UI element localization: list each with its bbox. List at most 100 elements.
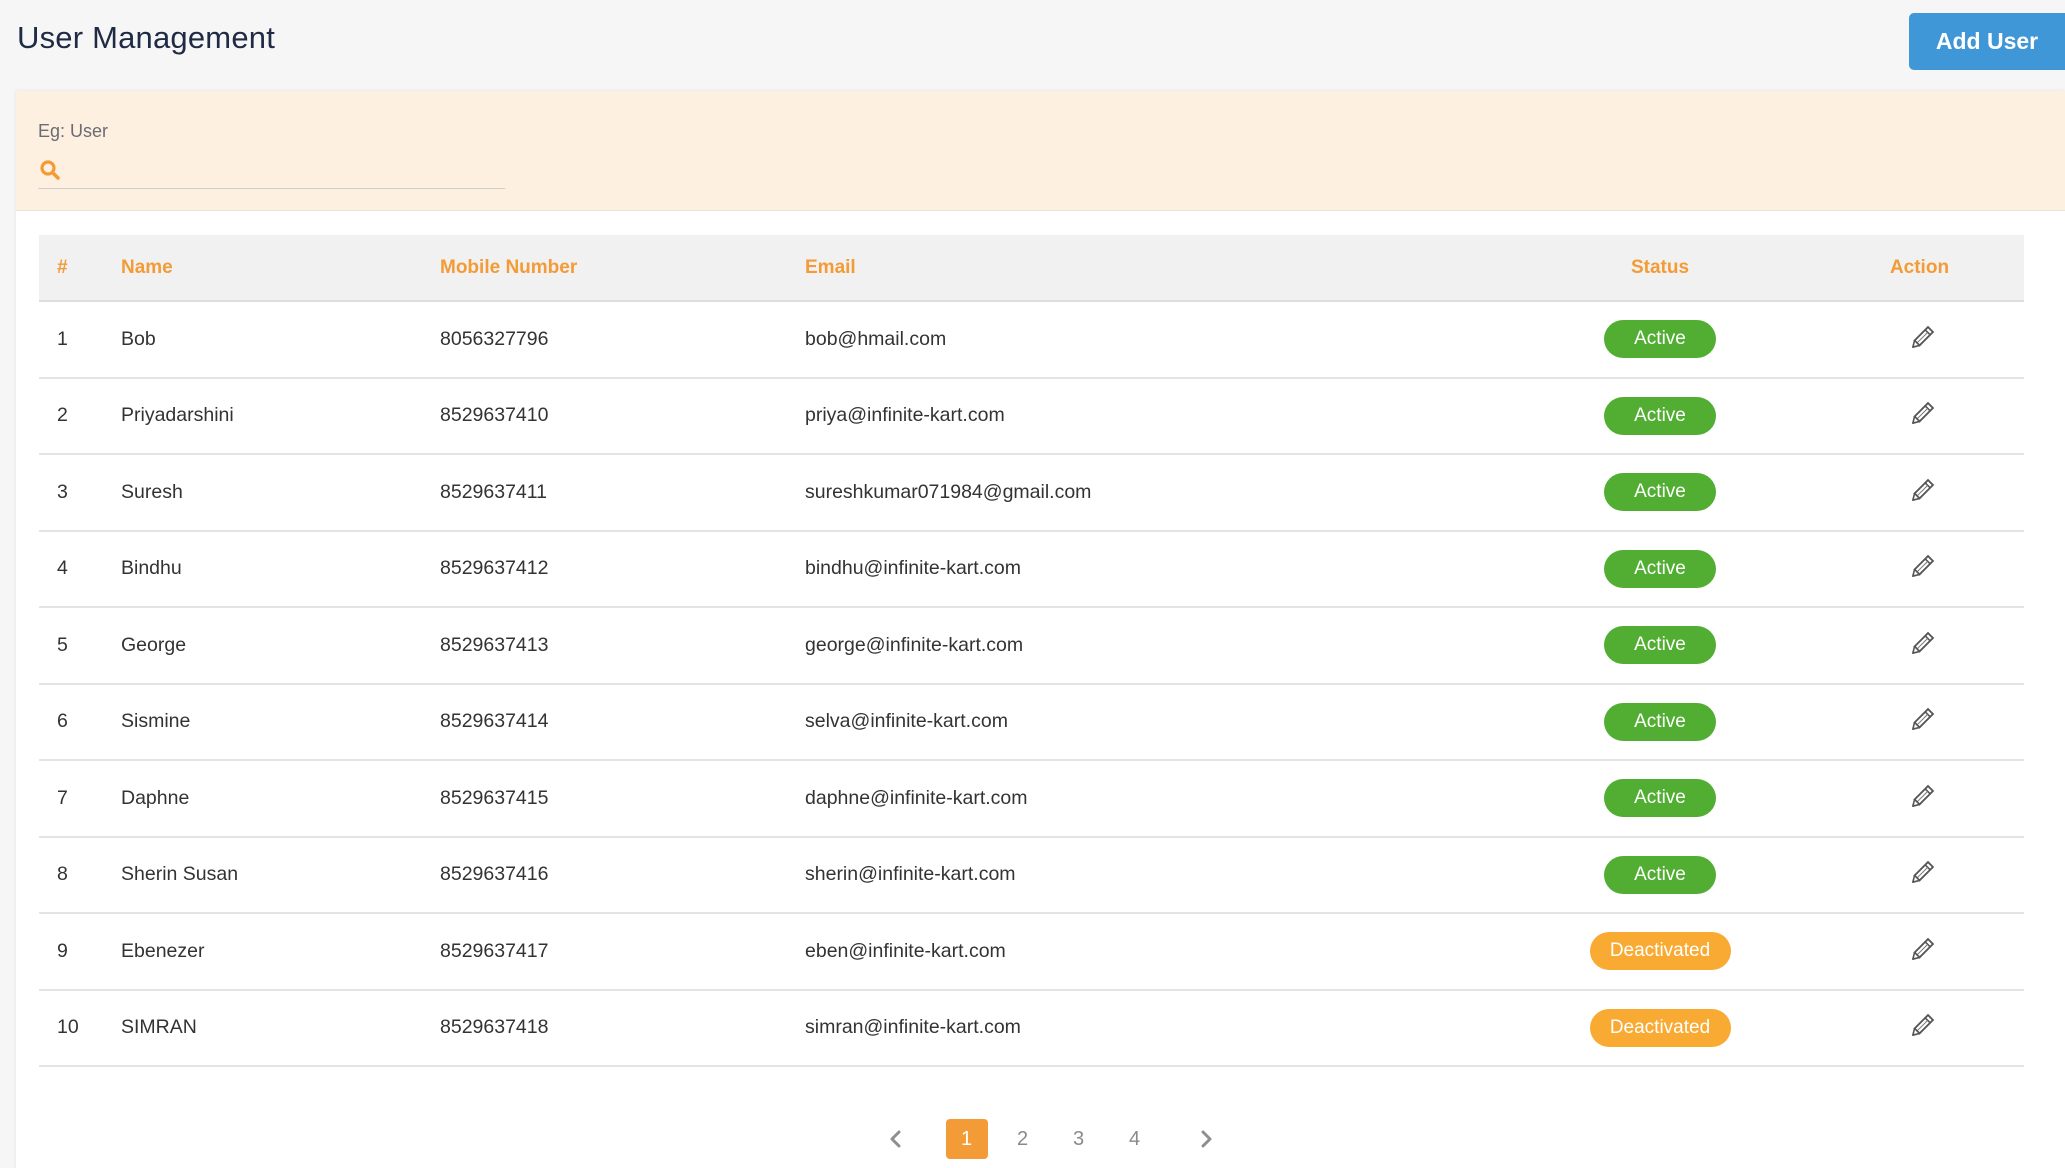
table-row: 3 Suresh 8529637411 sureshkumar071984@gm… bbox=[39, 454, 2024, 531]
cell-mobile: 8529637417 bbox=[440, 939, 549, 962]
status-badge: Active bbox=[1604, 855, 1716, 894]
edit-user-button[interactable] bbox=[1905, 703, 1939, 737]
cell-email: daphne@infinite-kart.com bbox=[805, 786, 1028, 809]
cell-email: selva@infinite-kart.com bbox=[805, 710, 1008, 733]
cell-name: Suresh bbox=[121, 480, 183, 503]
cell-name: George bbox=[121, 633, 187, 656]
cell-status: Deactivated bbox=[1505, 990, 1815, 1067]
cell-mobile: 8056327796 bbox=[440, 327, 549, 350]
cell-action bbox=[1815, 990, 2024, 1067]
table-row: 2 Priyadarshini 8529637410 priya@infinit… bbox=[39, 378, 2024, 455]
cell-mobile: 8529637410 bbox=[440, 404, 549, 427]
pagination: 1234 bbox=[16, 1117, 2065, 1161]
cell-number: 8 bbox=[57, 863, 68, 886]
cell-name: Daphne bbox=[121, 786, 190, 809]
column-header-email[interactable]: Email bbox=[805, 235, 1505, 302]
edit-user-button[interactable] bbox=[1905, 474, 1939, 508]
edit-user-button[interactable] bbox=[1905, 550, 1939, 584]
cell-status: Active bbox=[1505, 760, 1815, 837]
cell-mobile: 8529637411 bbox=[440, 480, 548, 503]
cell-name: Sismine bbox=[121, 710, 191, 733]
cell-number: 3 bbox=[57, 480, 68, 503]
status-badge: Deactivated bbox=[1589, 1008, 1731, 1047]
cell-number: 10 bbox=[57, 1016, 79, 1039]
cell-action bbox=[1815, 607, 2024, 684]
search-icon bbox=[40, 159, 60, 180]
table-row: 4 Bindhu 8529637412 bindhu@infinite-kart… bbox=[39, 531, 2024, 608]
chevron-left-icon bbox=[890, 1130, 900, 1148]
cell-action bbox=[1815, 913, 2024, 990]
column-header-number[interactable]: # bbox=[39, 235, 121, 302]
pagination-page-2[interactable]: 2 bbox=[1002, 1119, 1044, 1159]
pencil-icon bbox=[1911, 402, 1934, 425]
cell-action bbox=[1815, 684, 2024, 761]
page-header: User Management Add User bbox=[0, 0, 2065, 90]
edit-user-button[interactable] bbox=[1905, 627, 1939, 661]
cell-status: Active bbox=[1505, 837, 1815, 914]
cell-name: Bob bbox=[121, 327, 156, 350]
pagination-page-3[interactable]: 3 bbox=[1058, 1119, 1100, 1159]
cell-status: Active bbox=[1505, 607, 1815, 684]
status-badge: Active bbox=[1604, 702, 1716, 741]
cell-mobile: 8529637413 bbox=[440, 633, 549, 656]
search-area: Eg: User bbox=[16, 91, 2065, 211]
cell-status: Deactivated bbox=[1505, 913, 1815, 990]
add-user-button[interactable]: Add User bbox=[1909, 13, 2065, 70]
cell-action bbox=[1815, 301, 2024, 378]
cell-status: Active bbox=[1505, 454, 1815, 531]
column-header-action: Action bbox=[1815, 235, 2024, 302]
cell-status: Active bbox=[1505, 301, 1815, 378]
pagination-pages: 1234 bbox=[939, 1119, 1163, 1159]
cell-name: SIMRAN bbox=[121, 1016, 197, 1039]
cell-name: Ebenezer bbox=[121, 939, 205, 962]
status-badge: Active bbox=[1604, 320, 1716, 359]
users-table-container: # Name Mobile Number Email Status Action… bbox=[39, 235, 2024, 1067]
cell-name: Priyadarshini bbox=[121, 404, 234, 427]
cell-action bbox=[1815, 378, 2024, 455]
cell-action bbox=[1815, 454, 2024, 531]
cell-email: simran@infinite-kart.com bbox=[805, 1016, 1021, 1039]
column-header-name[interactable]: Name bbox=[121, 235, 440, 302]
column-header-status[interactable]: Status bbox=[1505, 235, 1815, 302]
edit-user-button[interactable] bbox=[1905, 856, 1939, 890]
user-management-page: User Management Add User Eg: User # Name bbox=[0, 0, 2065, 1168]
cell-mobile: 8529637414 bbox=[440, 710, 549, 733]
table-header-row: # Name Mobile Number Email Status Action bbox=[39, 235, 2024, 302]
cell-status: Active bbox=[1505, 378, 1815, 455]
pencil-icon bbox=[1911, 784, 1934, 807]
pencil-icon bbox=[1911, 937, 1934, 960]
pagination-next-button[interactable] bbox=[1185, 1119, 1227, 1159]
table-body: 1 Bob 8056327796 bob@hmail.com Active 2 … bbox=[39, 301, 2024, 1066]
edit-user-button[interactable] bbox=[1905, 321, 1939, 355]
status-badge: Active bbox=[1604, 549, 1716, 588]
table-row: 6 Sismine 8529637414 selva@infinite-kart… bbox=[39, 684, 2024, 761]
status-badge: Active bbox=[1604, 473, 1716, 512]
edit-user-button[interactable] bbox=[1905, 780, 1939, 814]
cell-mobile: 8529637418 bbox=[440, 1016, 549, 1039]
pagination-page-4[interactable]: 4 bbox=[1114, 1119, 1156, 1159]
cell-mobile: 8529637415 bbox=[440, 786, 549, 809]
edit-user-button[interactable] bbox=[1905, 397, 1939, 431]
search-input[interactable] bbox=[70, 154, 505, 185]
cell-email: priya@infinite-kart.com bbox=[805, 404, 1005, 427]
table-row: 1 Bob 8056327796 bob@hmail.com Active bbox=[39, 301, 2024, 378]
table-row: 8 Sherin Susan 8529637416 sherin@infinit… bbox=[39, 837, 2024, 914]
table-row: 5 George 8529637413 george@infinite-kart… bbox=[39, 607, 2024, 684]
status-badge: Active bbox=[1604, 396, 1716, 435]
cell-number: 9 bbox=[57, 939, 68, 962]
status-badge: Deactivated bbox=[1589, 932, 1731, 971]
pagination-prev-button[interactable] bbox=[875, 1119, 917, 1159]
cell-number: 5 bbox=[57, 633, 68, 656]
pagination-page-1[interactable]: 1 bbox=[945, 1119, 988, 1159]
column-header-mobile[interactable]: Mobile Number bbox=[440, 235, 805, 302]
cell-status: Active bbox=[1505, 531, 1815, 608]
cell-number: 6 bbox=[57, 710, 68, 733]
cell-mobile: 8529637416 bbox=[440, 863, 549, 886]
edit-user-button[interactable] bbox=[1905, 933, 1939, 967]
table-row: 10 SIMRAN 8529637418 simran@infinite-kar… bbox=[39, 990, 2024, 1067]
cell-mobile: 8529637412 bbox=[440, 557, 549, 580]
cell-action bbox=[1815, 760, 2024, 837]
search-field[interactable] bbox=[38, 151, 505, 189]
edit-user-button[interactable] bbox=[1905, 1009, 1939, 1043]
status-badge: Active bbox=[1604, 779, 1716, 818]
